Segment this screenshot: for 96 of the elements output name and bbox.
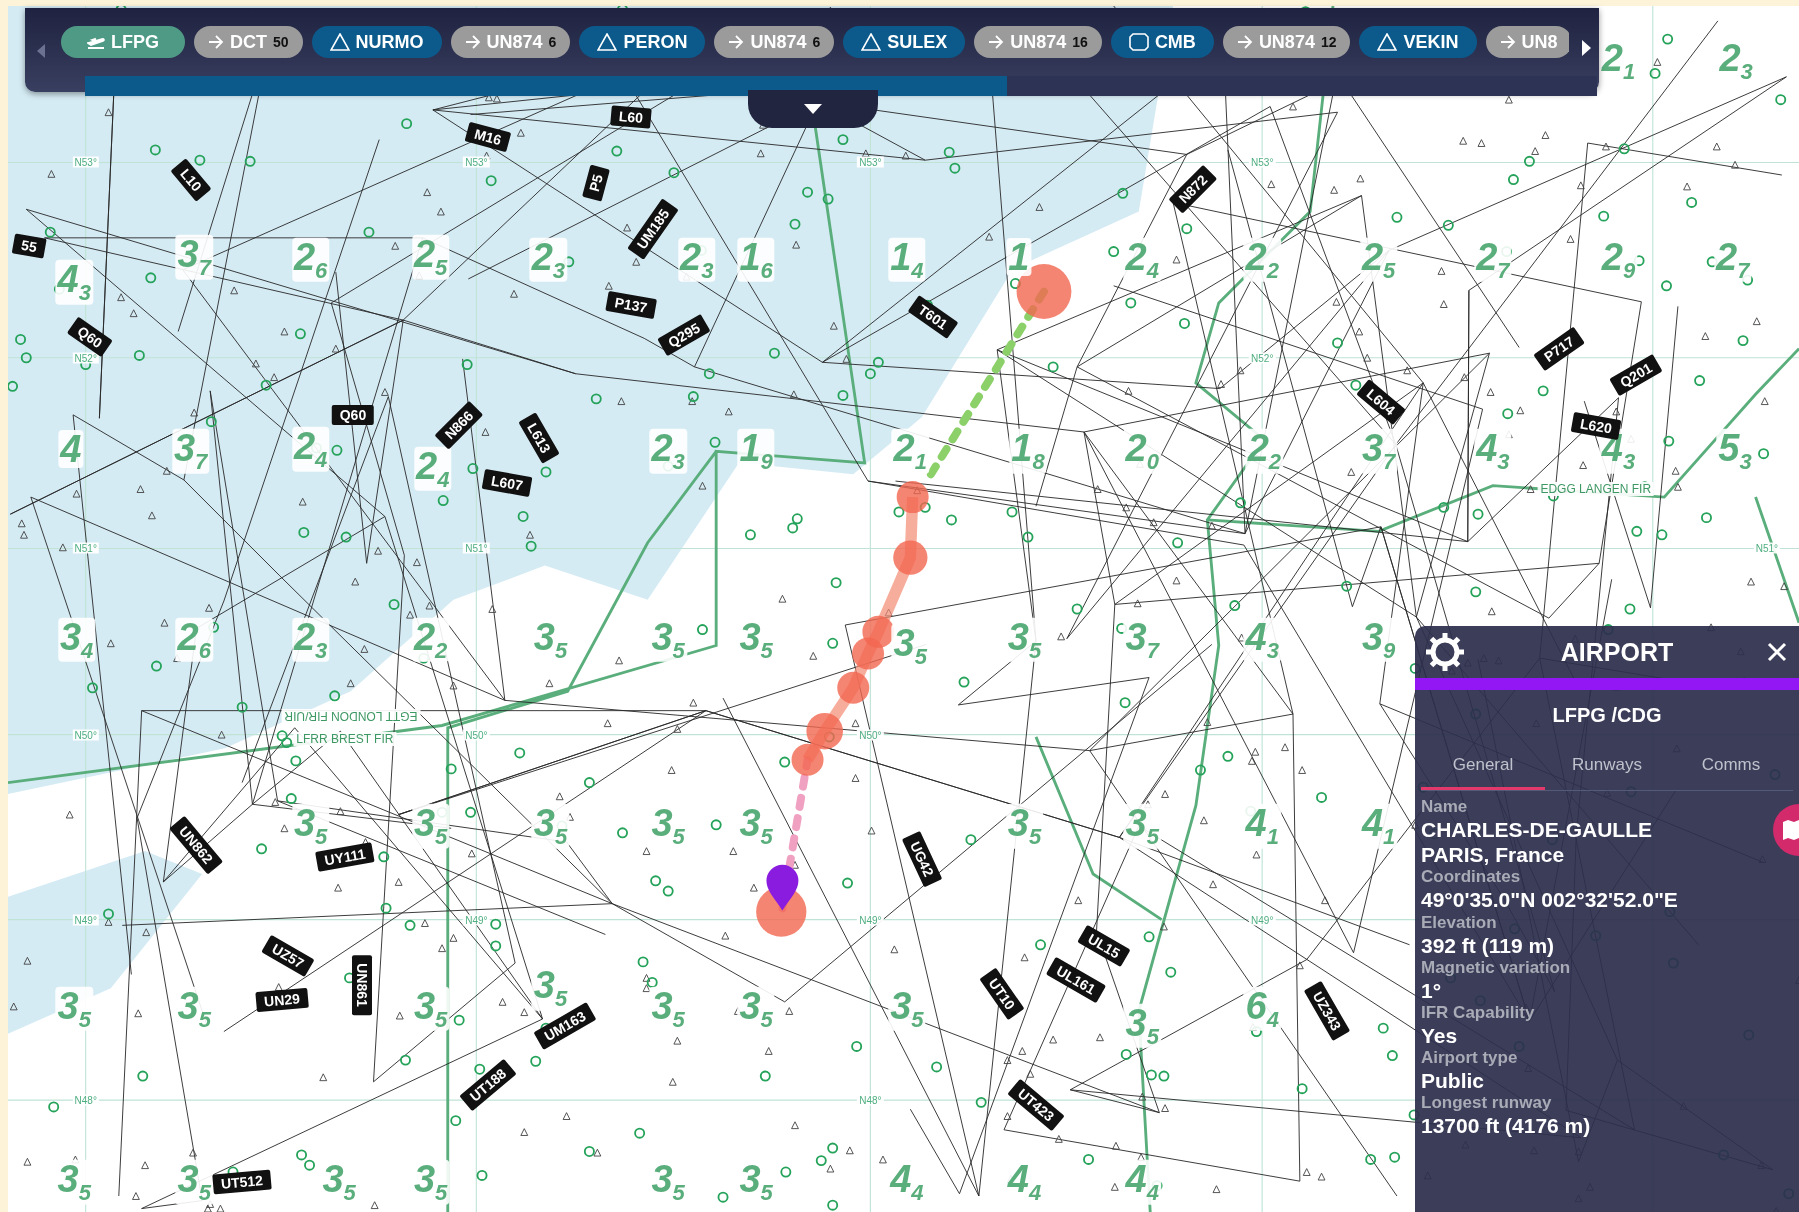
sector-altitude-label: 3$_{7}$ [172,429,210,474]
sector-altitude-label: 3$_{5}$ [55,986,93,1031]
sector-altitude-label: 6$_{4}$ [1243,986,1281,1031]
field-value: CHARLES-DE-GAULLE [1421,817,1652,843]
sector-altitude-label: 2$_{4}$ [414,446,452,491]
sector-altitude-label: 1 [1006,238,1032,277]
field-value: PARIS, France [1421,842,1565,868]
sector-altitude-label: 4$_{1}$ [1359,803,1398,849]
panel-tab[interactable]: Comms [1669,747,1793,790]
field-value: 392 ft (119 m) [1421,932,1555,958]
latitude-label: N48° [857,1094,884,1106]
route-chip[interactable]: UN874 6 [714,26,835,58]
fir-label: EGTT LONDON FIR/UIR [281,709,421,724]
latitude-label: N49° [463,914,490,926]
route-chip[interactable]: UN874 16 [974,26,1102,58]
route-chip[interactable]: NURMO [311,26,442,58]
panel-tab[interactable]: General [1421,747,1545,790]
sector-altitude-label: 2$_{2}$ [1245,429,1284,474]
sector-altitude-label: 2$_{3}$ [649,429,687,474]
sector-altitude-label: 3$_{5}$ [531,803,570,849]
sector-altitude-label: 2$_{5}$ [412,234,450,280]
sector-altitude-label: 2$_{0}$ [1123,429,1161,474]
sector-altitude-label: 2$_{1}$ [891,429,929,474]
field-value: 49°0'35.0"N 002°32'52.0"E [1421,887,1678,913]
sector-altitude-label: 3$_{7}$ [175,234,213,280]
sector-altitude-label: 3$_{5}$ [1123,803,1161,849]
field-label: IFR Capability [1421,1002,1536,1023]
field-value: 13700 ft (4176 m) [1421,1113,1591,1139]
field-value: 1° [1421,977,1442,1003]
sector-altitude-label: 4$_{4}$ [1123,1160,1161,1205]
route-chip[interactable]: PERON [579,26,706,58]
route-chip[interactable]: DCT 50 [194,26,303,58]
latitude-label: N51° [463,542,490,554]
route-chip[interactable]: SULEX [843,26,966,58]
latitude-label: N51° [72,542,99,554]
field-label: Coordinates [1421,867,1522,888]
sector-altitude-label: 3$_{5}$ [412,986,450,1031]
route-chip[interactable]: CMB [1110,26,1214,58]
sector-altitude-label: 2$_{3}$ [529,237,568,282]
sector-altitude-label: 4$_{3}$ [55,260,93,305]
fir-label: LFRR BREST FIR [293,732,397,747]
sector-altitude-label: 3$_{5}$ [175,1160,213,1205]
airway-label: Q60 [331,404,375,425]
sector-altitude-label: 1$_{8}$ [1009,429,1047,474]
route-chip[interactable]: UN874 12 [1222,26,1351,58]
latitude-label: N50° [463,729,490,741]
sector-altitude-label: 4 [58,430,84,469]
sector-altitude-label: 2$_{6}$ [175,617,213,663]
sector-altitude-label: 2$_{4}$ [1123,237,1161,282]
sector-altitude-label: 3$_{9}$ [1359,617,1398,663]
sector-altitude-label: 3$_{5}$ [412,1160,450,1205]
panel-tab[interactable]: Runways [1545,747,1669,790]
latitude-label: N49° [72,914,99,926]
route-chip[interactable]: UN874 6 [450,26,571,58]
airway-label: UN861 [352,955,373,1015]
sector-altitude-label: 3$_{7}$ [1359,429,1398,474]
sector-altitude-label: 1$_{4}$ [888,237,926,282]
latitude-label: N50° [72,729,99,741]
sector-altitude-label: 2$_{2}$ [1243,237,1281,282]
panel-title: AIRPORT [1559,637,1675,667]
sector-altitude-label: 4$_{3}$ [1243,617,1281,663]
field-label: Name [1421,797,1469,817]
sector-altitude-label: 3$_{4}$ [57,617,96,663]
airport-code: LFPG /CDG [1551,704,1663,727]
field-value: Public [1421,1068,1484,1094]
field-label: Elevation [1421,912,1498,933]
latitude-label: N53° [463,156,490,168]
sector-altitude-label: 2$_{5}$ [1359,237,1398,282]
sector-altitude-label: 3$_{5}$ [55,1160,93,1205]
latitude-label: N53° [1249,156,1276,168]
latitude-label: N51° [1753,542,1781,554]
latitude-label: N48° [72,1094,99,1106]
field-label: Longest runway [1421,1093,1553,1114]
sector-altitude-label: 2$_{4}$ [292,426,330,472]
fir-label: EDGG LANGEN FIR [1537,482,1655,497]
sector-altitude-label: 3$_{5}$ [1123,1003,1161,1049]
sector-altitude-label: 3$_{5}$ [412,803,450,849]
latitude-label: N49° [857,914,884,926]
sector-altitude-label: 2$_{3}$ [292,617,330,663]
latitude-label: N52° [1249,352,1276,364]
latitude-label: N53° [857,156,884,168]
sector-altitude-label: 2$_{3}$ [678,237,716,282]
sector-altitude-label: 3$_{5}$ [1005,803,1044,849]
route-chip[interactable]: VEKIN [1359,26,1477,58]
latitude-label: N49° [1249,914,1276,926]
sector-altitude-label: 1$_{6}$ [737,237,775,282]
sector-altitude-label: 2$_{6}$ [292,237,330,282]
latitude-label: N52° [72,352,99,364]
latitude-label: N53° [72,156,99,168]
sector-altitude-label: 2$_{2}$ [412,617,450,663]
field-label: Magnetic variation [1421,957,1572,978]
sector-altitude-label: 4$_{1}$ [1243,803,1281,849]
sector-altitude-label: 3$_{5}$ [1005,617,1044,663]
field-value: Yes [1421,1022,1458,1049]
field-label: Airport type [1421,1048,1519,1069]
latitude-label: N50° [857,729,884,741]
